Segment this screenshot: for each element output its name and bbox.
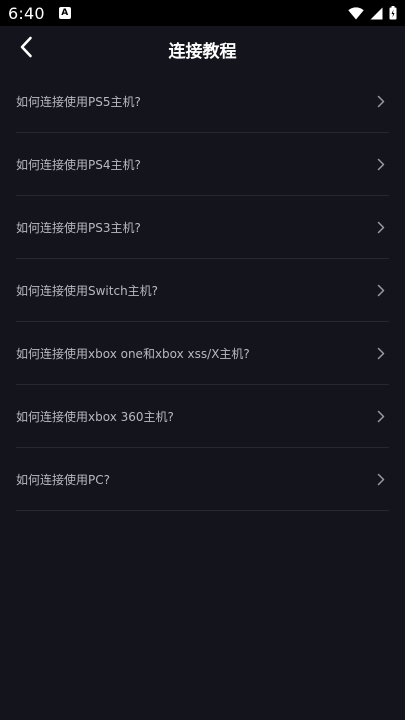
tutorial-item-xbox-360[interactable]: 如何连接使用xbox 360主机? <box>16 385 389 448</box>
tutorial-item-ps5[interactable]: 如何连接使用PS5主机? <box>16 70 389 133</box>
chevron-right-icon <box>375 94 387 108</box>
tutorial-item-switch[interactable]: 如何连接使用Switch主机? <box>16 259 389 322</box>
chevron-right-icon <box>375 157 387 171</box>
chevron-right-icon <box>375 220 387 234</box>
chevron-right-icon <box>375 283 387 297</box>
chevron-right-icon <box>375 472 387 486</box>
wifi-icon <box>348 6 364 20</box>
status-icons <box>348 6 397 20</box>
chevron-right-icon <box>375 346 387 360</box>
tutorial-item-label: 如何连接使用PC? <box>16 472 110 487</box>
cellular-signal-icon <box>370 7 383 20</box>
back-button[interactable] <box>12 34 40 64</box>
tutorial-item-ps3[interactable]: 如何连接使用PS3主机? <box>16 196 389 259</box>
page-title: 连接教程 <box>168 41 237 62</box>
tutorial-item-label: 如何连接使用xbox one和xbox xss/X主机? <box>16 346 250 361</box>
battery-icon <box>389 6 397 20</box>
tutorial-list: 如何连接使用PS5主机? 如何连接使用PS4主机? 如何连接使用PS3主机? 如… <box>16 70 389 511</box>
chevron-left-icon <box>19 36 33 62</box>
tutorial-item-label: 如何连接使用Switch主机? <box>16 283 159 298</box>
tutorial-item-pc[interactable]: 如何连接使用PC? <box>16 448 389 511</box>
chevron-right-icon <box>375 409 387 423</box>
tutorial-item-label: 如何连接使用PS3主机? <box>16 220 141 235</box>
tutorial-item-label: 如何连接使用PS5主机? <box>16 94 141 109</box>
status-time: 6:40 <box>8 3 45 23</box>
tutorial-item-label: 如何连接使用PS4主机? <box>16 157 141 172</box>
tutorial-item-xbox-one[interactable]: 如何连接使用xbox one和xbox xss/X主机? <box>16 322 389 385</box>
top-bar: 连接教程 <box>0 26 405 72</box>
notification-icon: A <box>58 7 71 19</box>
tutorial-item-ps4[interactable]: 如何连接使用PS4主机? <box>16 133 389 196</box>
status-bar: 6:40 A <box>0 0 405 26</box>
tutorial-item-label: 如何连接使用xbox 360主机? <box>16 409 174 424</box>
screen: 6:40 A 连接教程 如何连接使用PS5主机? 如何连接使用PS4主机? 如何… <box>0 0 405 720</box>
